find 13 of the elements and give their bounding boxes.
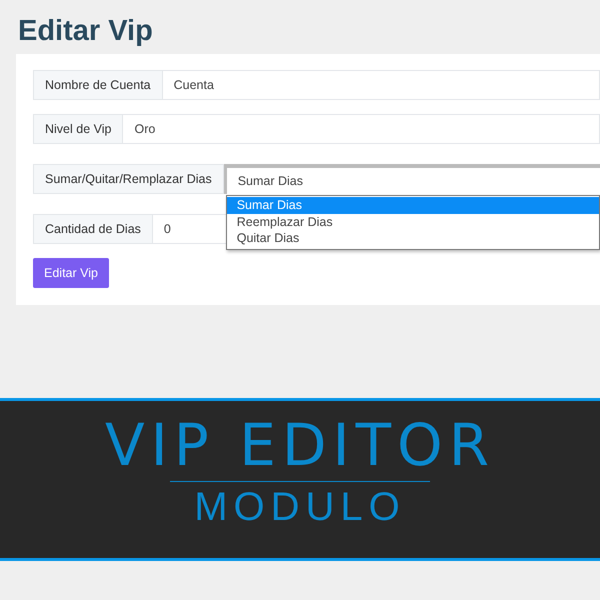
select-field[interactable]: Sumar Dias — [224, 164, 600, 194]
dropdown-option[interactable]: Quitar Dias — [226, 230, 599, 246]
dropdown-option[interactable]: Reemplazar Dias — [226, 214, 599, 230]
field-label: Sumar/Quitar/Remplazar Dias — [33, 164, 224, 194]
banner-title: VIP EDITOR — [105, 419, 495, 471]
input-field[interactable]: Oro — [123, 114, 600, 144]
field-label: Nivel de Vip — [33, 114, 124, 144]
page-title: Editar Vip — [18, 14, 154, 48]
field-label: Nombre de Cuenta — [33, 70, 163, 100]
input-field[interactable]: Cuenta — [162, 70, 600, 100]
edit-vip-button[interactable]: Editar Vip — [33, 258, 109, 288]
field-label: Cantidad de Dias — [33, 214, 153, 244]
banner-subtitle: MODULO — [194, 486, 406, 528]
